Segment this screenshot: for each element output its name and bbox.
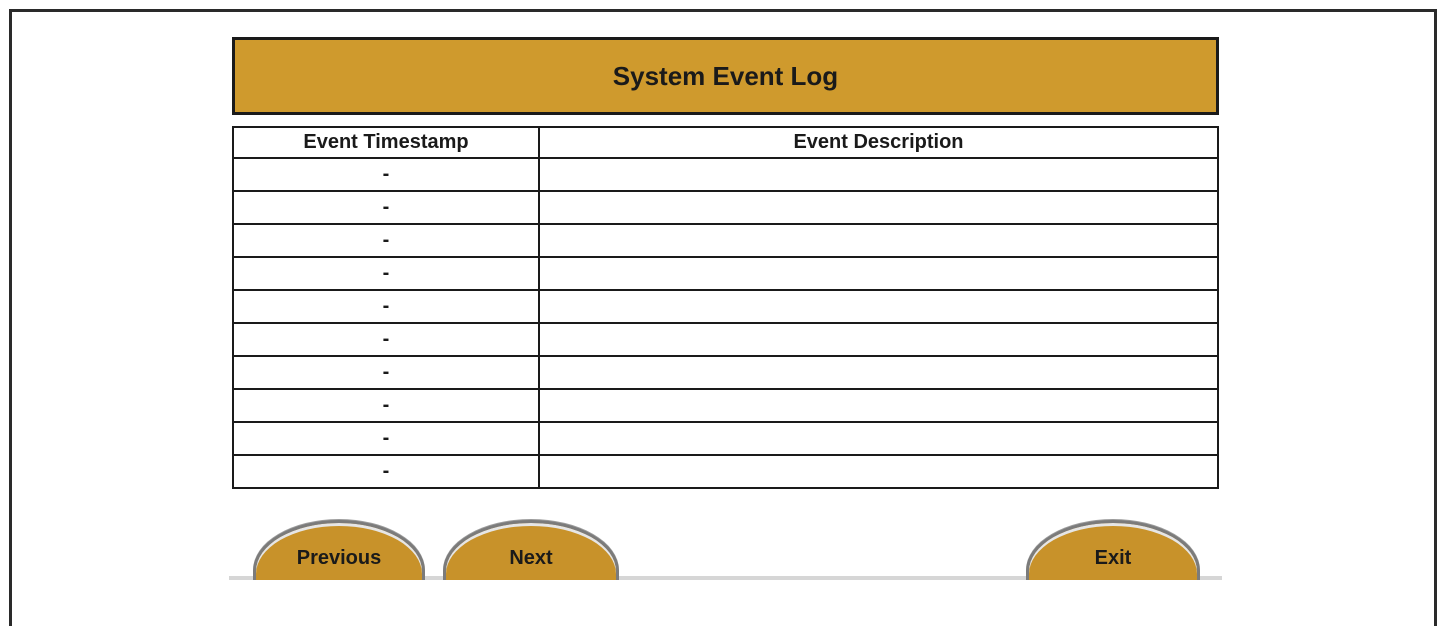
table-row: -	[232, 322, 1219, 357]
table-row: -	[232, 289, 1219, 324]
table-row: -	[232, 157, 1219, 192]
table-header-row: Event Timestamp Event Description	[232, 126, 1219, 159]
table-row: -	[232, 421, 1219, 456]
event-timestamp-cell: -	[232, 454, 540, 489]
event-timestamp-cell: -	[232, 223, 540, 258]
event-timestamp-cell: -	[232, 388, 540, 423]
next-button[interactable]: Next	[443, 520, 619, 580]
event-timestamp-cell: -	[232, 289, 540, 324]
event-description-cell	[538, 190, 1219, 225]
event-timestamp-cell: -	[232, 421, 540, 456]
table-row: -	[232, 256, 1219, 291]
event-timestamp-cell: -	[232, 190, 540, 225]
exit-button[interactable]: Exit	[1026, 520, 1200, 580]
event-description-cell	[538, 223, 1219, 258]
event-log-table: Event Timestamp Event Description - - - …	[232, 126, 1219, 489]
table-row: -	[232, 190, 1219, 225]
event-description-cell	[538, 454, 1219, 489]
table-row: -	[232, 454, 1219, 489]
previous-button[interactable]: Previous	[253, 520, 425, 580]
event-description-cell	[538, 256, 1219, 291]
table-row: -	[232, 223, 1219, 258]
event-log-panel: System Event Log Event Timestamp Event D…	[229, 34, 1222, 580]
event-timestamp-cell: -	[232, 157, 540, 192]
page-title: System Event Log	[232, 37, 1219, 115]
event-description-cell	[538, 289, 1219, 324]
button-bar: Previous Next Exit	[229, 502, 1222, 580]
event-description-cell	[538, 388, 1219, 423]
event-timestamp-cell: -	[232, 322, 540, 357]
event-description-cell	[538, 322, 1219, 357]
event-description-cell	[538, 421, 1219, 456]
event-description-cell	[538, 157, 1219, 192]
table-row: -	[232, 388, 1219, 423]
event-timestamp-cell: -	[232, 256, 540, 291]
column-header-description: Event Description	[538, 126, 1219, 159]
event-timestamp-cell: -	[232, 355, 540, 390]
column-header-timestamp: Event Timestamp	[232, 126, 540, 159]
table-row: -	[232, 355, 1219, 390]
event-description-cell	[538, 355, 1219, 390]
